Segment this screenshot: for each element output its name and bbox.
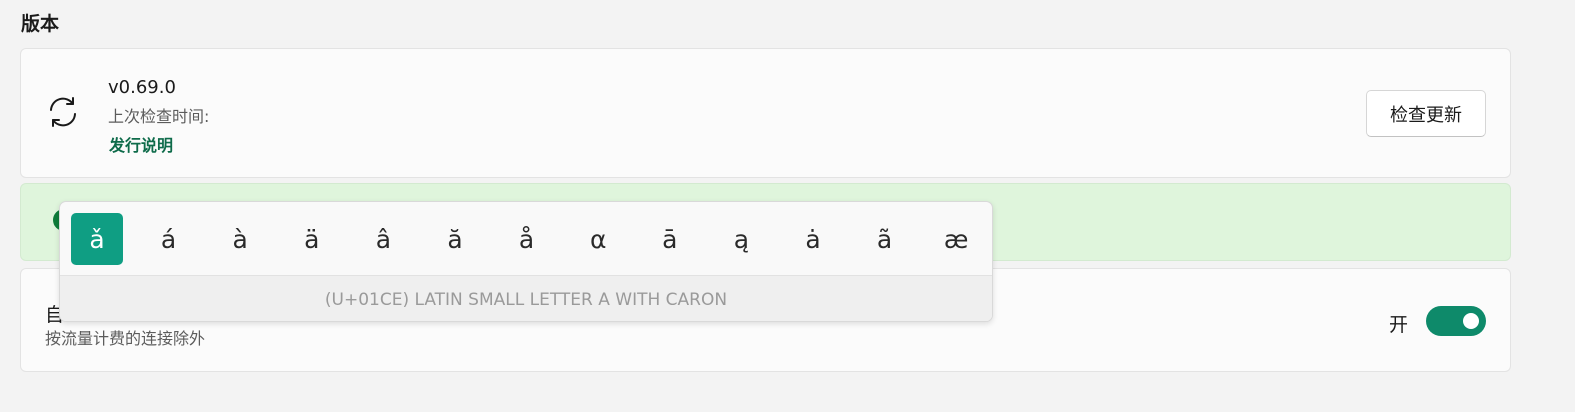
check-update-button[interactable]: 检查更新: [1366, 90, 1486, 137]
char-option[interactable]: ȧ: [787, 213, 839, 265]
char-option[interactable]: à: [214, 213, 266, 265]
version-number: v0.69.0: [108, 77, 176, 98]
toggle-knob: [1463, 313, 1479, 329]
last-check-time: 上次检查时间:: [108, 107, 210, 126]
toggle-state-label: 开: [1388, 314, 1408, 336]
char-option[interactable]: ā: [644, 213, 696, 265]
char-option[interactable]: ã: [859, 213, 911, 265]
char-option[interactable]: æ: [930, 213, 982, 265]
auto-update-toggle[interactable]: [1426, 306, 1486, 336]
char-description: (U+01CE) LATIN SMALL LETTER A WITH CARON: [60, 275, 992, 321]
accent-character-popup: ǎ á à ä â ă å α ā ą ȧ ã æ (U+01CE) LATIN…: [59, 201, 993, 322]
char-option[interactable]: â: [357, 213, 409, 265]
release-notes-link[interactable]: 发行说明: [109, 132, 173, 156]
auto-update-subtitle: 按流量计费的连接除外: [45, 329, 206, 348]
char-option[interactable]: ä: [286, 213, 338, 265]
sync-icon: [50, 97, 76, 127]
char-option[interactable]: ă: [429, 213, 481, 265]
char-option[interactable]: ą: [715, 213, 767, 265]
section-title: 版本: [21, 13, 60, 35]
char-option[interactable]: å: [501, 213, 553, 265]
char-option[interactable]: á: [143, 213, 195, 265]
character-list: ǎ á à ä â ă å α ā ą ȧ ã æ: [60, 202, 992, 275]
char-option[interactable]: α: [572, 213, 624, 265]
version-card: v0.69.0 上次检查时间: 发行说明 检查更新: [20, 48, 1511, 178]
char-option-selected[interactable]: ǎ: [71, 213, 123, 265]
